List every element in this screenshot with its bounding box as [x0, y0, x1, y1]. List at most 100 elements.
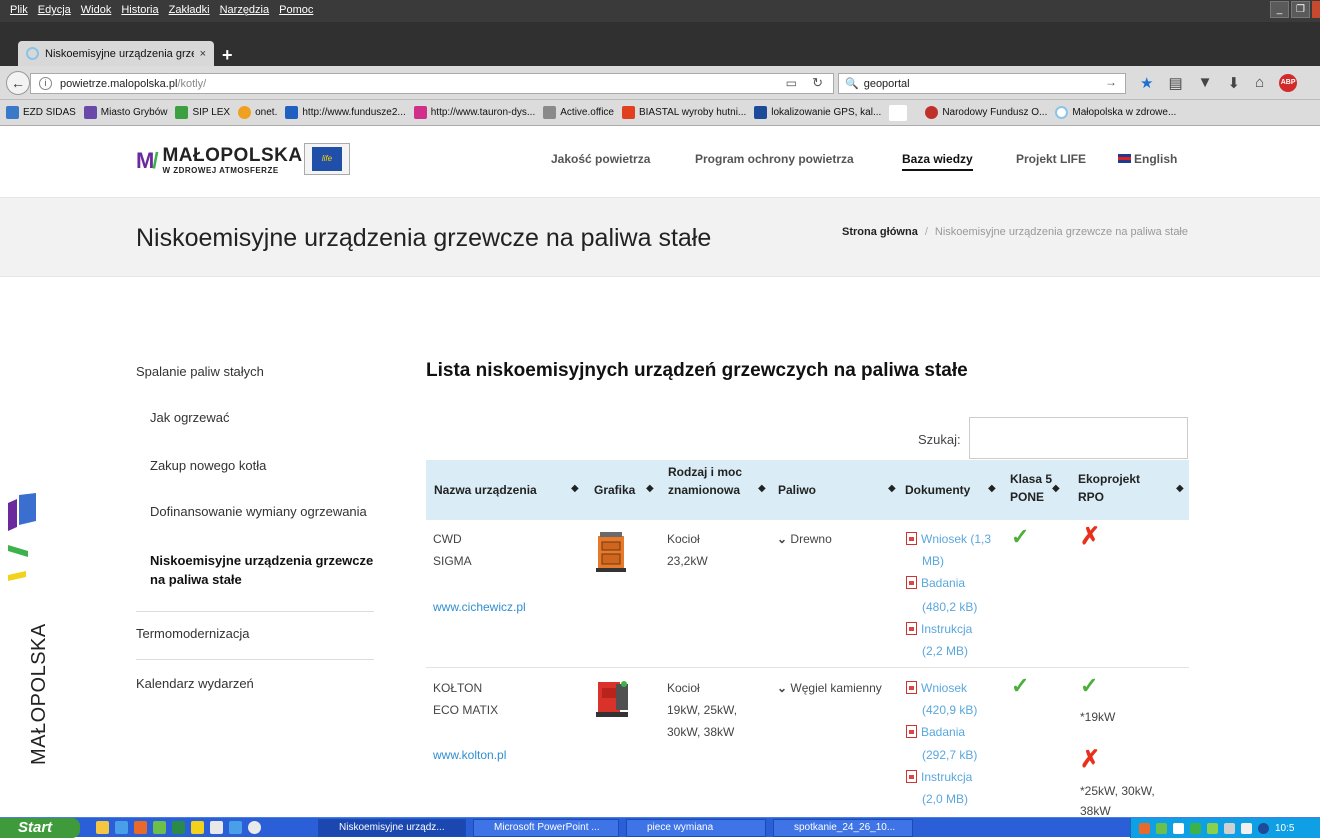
col-klasa5[interactable]: Klasa 5 PONE: [1010, 470, 1058, 506]
col-ekoprojekt[interactable]: Ekoprojekt RPO: [1078, 470, 1158, 506]
quick-launch-icon[interactable]: [96, 821, 109, 834]
bookmark-item[interactable]: onet.: [238, 106, 277, 119]
bookmarks-library-icon[interactable]: ▤: [1168, 74, 1182, 92]
row2-doc-instrukcja-size[interactable]: (2,0 MB): [922, 788, 968, 810]
menu-view[interactable]: Widok: [81, 4, 112, 16]
address-bar[interactable]: i powietrze.malopolska.pl/kotly/ ▭ ↻: [30, 73, 834, 94]
sort-icon[interactable]: ◆: [646, 483, 654, 494]
sort-icon[interactable]: ◆: [1052, 483, 1060, 494]
tray-icon[interactable]: [1173, 822, 1184, 834]
sort-icon[interactable]: ◆: [1176, 483, 1184, 494]
task-firefox[interactable]: Niskoemisyjne urządz...: [318, 819, 466, 837]
breadcrumb-home[interactable]: Strona główna: [842, 226, 918, 238]
menu-bookmarks[interactable]: Zakładki: [169, 4, 210, 16]
sidebar-item-niskoemisyjne[interactable]: Niskoemisyjne urządzenia grzewcze na pal…: [150, 551, 380, 589]
bookmark-item[interactable]: http://www.fundusze2...: [285, 106, 406, 119]
volume-icon[interactable]: [1241, 822, 1252, 834]
tray-icon[interactable]: [1207, 822, 1218, 834]
tray-icon[interactable]: [1139, 822, 1150, 834]
task-pdf[interactable]: spotkanie_24_26_10...: [773, 819, 913, 837]
quick-launch-icon[interactable]: [153, 821, 166, 834]
row2-doc-wniosek-size[interactable]: (420,9 kB): [922, 699, 977, 721]
menu-tools[interactable]: Narzędzia: [220, 4, 270, 16]
sidebar-item-dofinansowanie[interactable]: Dofinansowanie wymiany ogrzewania: [150, 504, 367, 519]
bookmark-item[interactable]: http://www.tauron-dys...: [413, 106, 535, 119]
minimize-button[interactable]: _: [1270, 1, 1289, 18]
row2-doc-badania[interactable]: Badania: [906, 721, 965, 743]
row1-doc-badania[interactable]: Badania: [906, 572, 965, 594]
home-icon[interactable]: ⌂: [1255, 74, 1264, 92]
bookmark-item[interactable]: lokalizowanie GPS, kal...: [754, 106, 881, 119]
nav-projekt-life[interactable]: Projekt LIFE: [1016, 152, 1086, 166]
col-nazwa[interactable]: Nazwa urządzenia: [434, 481, 537, 499]
bookmark-star-icon[interactable]: ★: [1140, 74, 1153, 92]
quick-launch-icon[interactable]: [191, 821, 204, 834]
row2-doc-instrukcja[interactable]: Instrukcja: [906, 766, 972, 788]
sidebar-item-zakup-kotla[interactable]: Zakup nowego kotła: [150, 458, 266, 473]
reader-view-icon[interactable]: ▭: [786, 76, 797, 90]
bookmark-item[interactable]: Narodowy Fundusz O...: [925, 106, 1047, 119]
bookmark-item[interactable]: Active.office: [543, 106, 614, 119]
sort-icon[interactable]: ◆: [888, 483, 896, 494]
task-folder[interactable]: piece wymiana: [626, 819, 766, 837]
tray-icon[interactable]: [1156, 822, 1167, 834]
adblock-icon[interactable]: ABP: [1279, 74, 1298, 92]
sort-icon[interactable]: ◆: [988, 483, 996, 494]
sort-icon[interactable]: ◆: [758, 483, 766, 494]
new-tab-button[interactable]: +: [222, 45, 233, 66]
sidebar-item-termomodernizacja[interactable]: Termomodernizacja: [136, 626, 249, 641]
restore-button[interactable]: ❐: [1291, 1, 1310, 18]
sidebar-item-spalanie[interactable]: Spalanie paliw stałych: [136, 364, 264, 379]
quick-launch-icon[interactable]: [134, 821, 147, 834]
bookmark-item[interactable]: EZD SIDAS: [6, 106, 76, 119]
sidebar-item-kalendarz[interactable]: Kalendarz wydarzeń: [136, 676, 254, 691]
bookmark-item[interactable]: Miasto Grybów: [83, 106, 167, 119]
sort-icon[interactable]: ◆: [571, 483, 579, 494]
table-search-input[interactable]: [969, 417, 1188, 459]
sidebar-item-jak-ogrzewac[interactable]: Jak ogrzewać: [150, 410, 229, 425]
start-button[interactable]: Start: [0, 818, 80, 838]
downloads-icon[interactable]: ⬇: [1228, 74, 1241, 92]
row2-fuel[interactable]: ⌄ Węgiel kamienny: [777, 677, 882, 699]
task-powerpoint[interactable]: Microsoft PowerPoint ...: [473, 819, 619, 837]
col-dokumenty[interactable]: Dokumenty: [905, 481, 970, 499]
search-go-icon[interactable]: →: [1105, 75, 1117, 89]
col-grafika[interactable]: Grafika: [594, 481, 635, 499]
menu-file[interactable]: Plik: [10, 4, 28, 16]
quick-launch-icon[interactable]: [172, 821, 185, 834]
row2-doc-badania-size[interactable]: (292,7 kB): [922, 744, 977, 766]
row1-fuel[interactable]: ⌄ Drewno: [777, 528, 832, 550]
row1-doc-instrukcja-size[interactable]: (2,2 MB): [922, 640, 968, 662]
bookmark-item[interactable]: [889, 104, 911, 121]
browser-tab[interactable]: Niskoemisyjne urządzenia grze... ×: [18, 41, 214, 66]
row1-doc-wniosek[interactable]: Wniosek (1,3: [906, 528, 991, 550]
search-bar[interactable]: 🔍 geoportal →: [838, 73, 1126, 94]
reload-icon[interactable]: ↻: [812, 75, 823, 91]
menu-help[interactable]: Pomoc: [279, 4, 313, 16]
row2-url-link[interactable]: www.kolton.pl: [433, 744, 506, 766]
quick-launch-icon[interactable]: [115, 821, 128, 834]
row1-doc-wniosek-size[interactable]: MB): [922, 550, 944, 572]
nav-program-ochrony[interactable]: Program ochrony powietrza: [695, 152, 854, 166]
tray-icon[interactable]: [1190, 822, 1201, 834]
col-paliwo[interactable]: Paliwo: [778, 481, 816, 499]
tray-icon[interactable]: [1224, 822, 1235, 834]
pocket-icon[interactable]: ▼: [1198, 74, 1213, 92]
quick-launch-icon[interactable]: [229, 821, 242, 834]
row1-url-link[interactable]: www.cichewicz.pl: [433, 596, 526, 618]
tray-icon[interactable]: [1258, 822, 1269, 834]
quick-launch-icon[interactable]: [210, 821, 223, 834]
col-rodzaj[interactable]: Rodzaj i moc znamionowa: [668, 463, 758, 499]
nav-jakosc-powietrza[interactable]: Jakość powietrza: [551, 152, 650, 166]
quick-launch-icon[interactable]: [248, 821, 261, 834]
row2-doc-wniosek[interactable]: Wniosek: [906, 677, 967, 699]
bookmark-item[interactable]: Małopolska w zdrowe...: [1055, 106, 1176, 119]
menu-edit[interactable]: Edycja: [38, 4, 71, 16]
bookmark-item[interactable]: SIP LEX: [175, 106, 230, 119]
nav-baza-wiedzy[interactable]: Baza wiedzy: [902, 152, 973, 171]
back-button[interactable]: ←: [6, 71, 30, 95]
close-window-button[interactable]: [1312, 1, 1320, 18]
site-logo[interactable]: M/ MAŁOPOLSKA W ZDROWEJ ATMOSFERZE: [136, 146, 303, 175]
tab-close-icon[interactable]: ×: [200, 48, 206, 60]
row1-doc-instrukcja[interactable]: Instrukcja: [906, 618, 972, 640]
